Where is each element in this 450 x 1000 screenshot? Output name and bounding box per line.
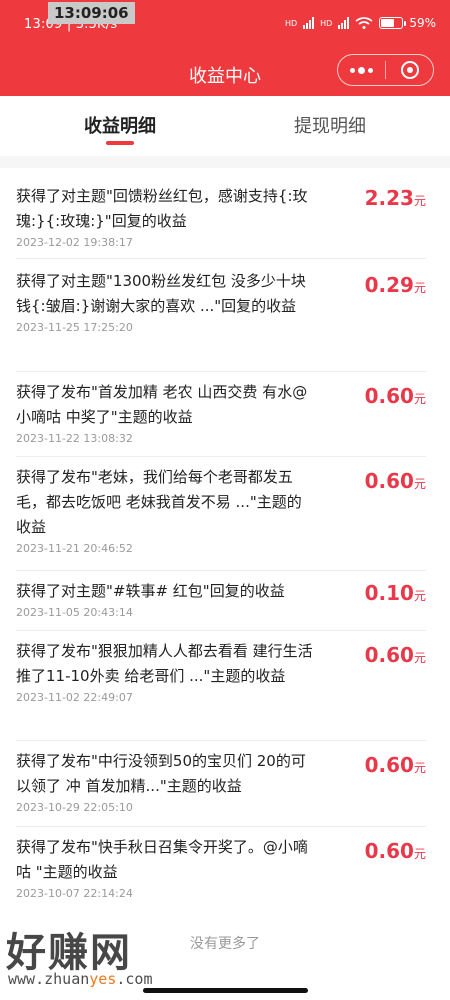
amount-value: 0.29 bbox=[364, 273, 414, 297]
tab-bar: 收益明细 提现明细 bbox=[0, 96, 450, 156]
item-description: 获得了发布"老妹，我们给每个老哥都发五毛，都去吃饭吧 老妹我首发不易 ..."主… bbox=[16, 468, 302, 536]
amount-value: 0.10 bbox=[364, 581, 414, 605]
list-item[interactable]: 获得了对主题"1300粉丝发红包 没多少十块钱{:皱眉:}谢谢大家的喜欢 ...… bbox=[16, 259, 426, 372]
item-description: 获得了发布"首发加精 老农 山西交费 有水@小嘀咕 中奖了"主题的收益 bbox=[16, 383, 308, 426]
item-description: 获得了发布"中行没领到50的宝贝们 20的可以领了 冲 首发加精..."主题的收… bbox=[16, 752, 306, 795]
amount-unit: 元 bbox=[413, 847, 426, 861]
item-amount: 2.23元 bbox=[365, 186, 426, 210]
list-item[interactable]: 获得了发布"首发加精 老农 山西交费 有水@小嘀咕 中奖了"主题的收益 2023… bbox=[16, 372, 426, 457]
watermark-logo: 好赚网 www.zhuanyes.com bbox=[6, 920, 196, 990]
item-time: 2023-11-21 20:46:52 bbox=[16, 542, 133, 555]
item-time: 2023-11-22 13:08:32 bbox=[16, 432, 133, 445]
item-description: 获得了对主题"回馈粉丝红包，感谢支持{:玫瑰:}{:玫瑰:}"回复的收益 bbox=[16, 187, 308, 230]
amount-unit: 元 bbox=[413, 392, 426, 406]
list-item[interactable]: 获得了发布"狠狠加精人人都去看看 建行生活推了11-10外卖 给老哥们 ..."… bbox=[16, 631, 426, 741]
hd-label-2: HD bbox=[320, 18, 333, 28]
tab-withdrawal-detail[interactable]: 提现明细 bbox=[294, 112, 366, 138]
amount-value: 0.60 bbox=[364, 643, 414, 667]
mini-program-capsule bbox=[337, 54, 434, 86]
item-amount: 0.60元 bbox=[365, 469, 426, 493]
hd-label-1: HD bbox=[284, 18, 298, 28]
wifi-icon bbox=[355, 17, 373, 29]
item-amount: 0.60元 bbox=[365, 643, 426, 667]
home-indicator[interactable] bbox=[143, 988, 308, 993]
item-time: 2023-12-02 19:38:17 bbox=[16, 236, 133, 249]
amount-value: 0.60 bbox=[364, 839, 414, 863]
signal-icon bbox=[303, 17, 315, 29]
amount-unit: 元 bbox=[413, 281, 426, 295]
item-description: 获得了发布"快手秋日召集令开奖了。@小嘀咕 "主题的收益 bbox=[16, 838, 308, 881]
more-button[interactable] bbox=[338, 55, 385, 85]
item-time: 2023-11-02 22:49:07 bbox=[16, 691, 133, 704]
amount-value: 0.60 bbox=[364, 753, 414, 777]
list-item[interactable]: 获得了发布"快手秋日召集令开奖了。@小嘀咕 "主题的收益 2023-10-07 … bbox=[16, 827, 426, 915]
target-close-icon bbox=[400, 61, 419, 79]
active-tab-indicator bbox=[106, 141, 134, 145]
amount-unit: 元 bbox=[413, 651, 426, 665]
more-dots-icon bbox=[350, 66, 373, 74]
amount-value: 0.60 bbox=[364, 469, 414, 493]
amount-unit: 元 bbox=[413, 589, 426, 603]
section-divider bbox=[0, 156, 450, 168]
close-button[interactable] bbox=[386, 55, 433, 85]
item-time: 2023-11-05 20:43:14 bbox=[16, 606, 133, 619]
clock-overlay: 13:09:06 bbox=[48, 2, 135, 24]
item-amount: 0.60元 bbox=[365, 753, 426, 777]
status-bar: 13:09 | 3.3K/s 13:09:06 HD HD 59% bbox=[0, 0, 450, 54]
item-time: 2023-10-29 22:05:10 bbox=[16, 801, 133, 814]
amount-value: 2.23 bbox=[364, 186, 414, 210]
item-time: 2023-10-07 22:14:24 bbox=[16, 887, 133, 900]
item-description: 获得了发布"狠狠加精人人都去看看 建行生活推了11-10外卖 给老哥们 ..."… bbox=[16, 642, 313, 685]
list-item[interactable]: 获得了对主题"#轶事# 红包"回复的收益 2023-11-05 20:43:14… bbox=[16, 571, 426, 631]
title-bar: 收益中心 bbox=[0, 54, 450, 96]
earnings-list: 获得了对主题"回馈粉丝红包，感谢支持{:玫瑰:}{:玫瑰:}"回复的收益 202… bbox=[0, 170, 450, 915]
item-amount: 0.60元 bbox=[365, 839, 426, 863]
item-time: 2023-11-25 17:25:20 bbox=[16, 321, 133, 334]
item-amount: 0.10元 bbox=[365, 581, 426, 605]
amount-value: 0.60 bbox=[364, 384, 414, 408]
amount-unit: 元 bbox=[413, 477, 426, 491]
item-description: 获得了对主题"#轶事# 红包"回复的收益 bbox=[16, 582, 285, 600]
status-icons: HD HD 59% bbox=[285, 16, 436, 30]
item-amount: 0.60元 bbox=[365, 384, 426, 408]
amount-unit: 元 bbox=[413, 194, 426, 208]
amount-unit: 元 bbox=[413, 761, 426, 775]
battery-icon bbox=[379, 17, 407, 29]
item-description: 获得了对主题"1300粉丝发红包 没多少十块钱{:皱眉:}谢谢大家的喜欢 ...… bbox=[16, 272, 306, 315]
watermark-url: www.zhuanyes.com bbox=[8, 970, 153, 988]
list-item[interactable]: 获得了发布"老妹，我们给每个老哥都发五毛，都去吃饭吧 老妹我首发不易 ..."主… bbox=[16, 457, 426, 571]
signal-icon-2 bbox=[338, 17, 350, 29]
list-item[interactable]: 获得了对主题"回馈粉丝红包，感谢支持{:玫瑰:}{:玫瑰:}"回复的收益 202… bbox=[16, 170, 426, 259]
tab-earnings-detail[interactable]: 收益明细 bbox=[84, 112, 156, 138]
list-item[interactable]: 获得了发布"中行没领到50的宝贝们 20的可以领了 冲 首发加精..."主题的收… bbox=[16, 741, 426, 827]
battery-percent: 59% bbox=[409, 16, 436, 30]
item-amount: 0.29元 bbox=[365, 273, 426, 297]
